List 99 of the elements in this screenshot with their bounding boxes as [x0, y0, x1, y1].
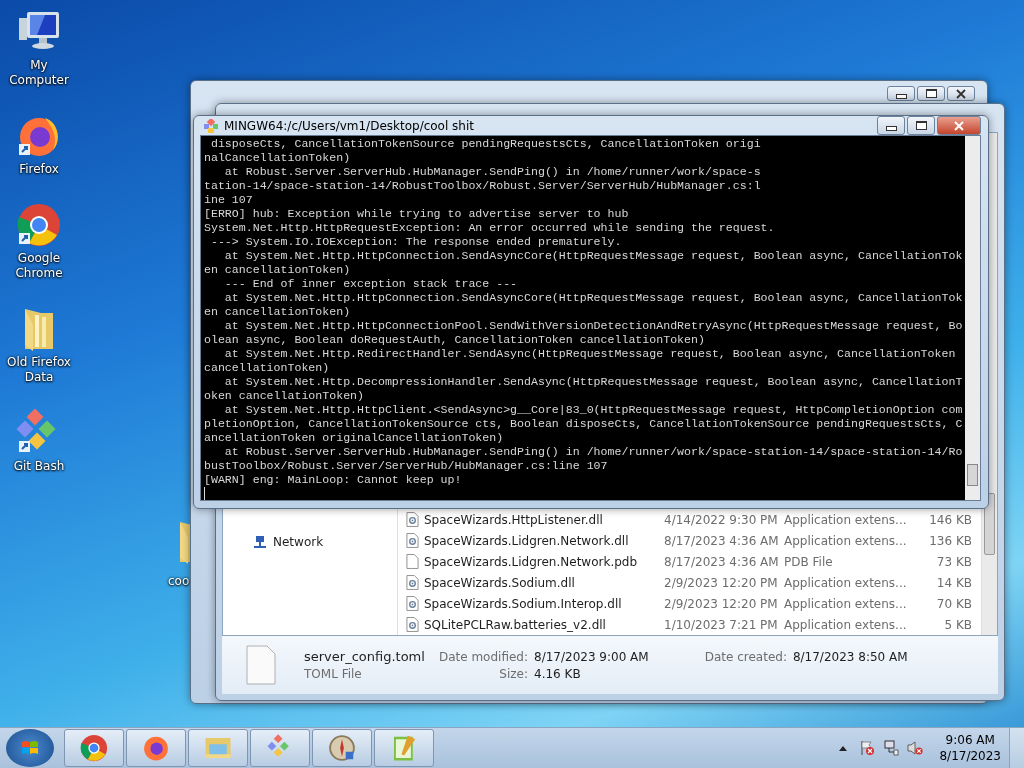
terminal-line: at System.Net.Http.DecompressionHandler.SendAsync(HttpRequestMessage request, Boolean async, CancellationT: [223, 375, 964, 389]
file-type: TOML File: [304, 667, 363, 681]
terminal-line: ---> System.IO.IOException: The response ended prematurely.: [209, 235, 623, 249]
file-size: 70 KB: [935, 596, 972, 611]
terminal-line: en cancellationToken): [204, 263, 352, 277]
terminal-line: [WARN] eng: MainLoop: Cannot keep up!: [204, 473, 463, 487]
terminal-line: at System.Net.Http.HttpConnection.SendAsyncCore(HttpRequestMessage request, Boolean async, CancellationTok: [223, 291, 964, 305]
flag-icon[interactable]: [859, 740, 876, 756]
explorer-taskbar-button[interactable]: [188, 729, 248, 767]
terminal-line: System.Net.Http.HttpRequestException: An error occurred while sending the request.: [204, 221, 776, 235]
file-type: Application extens...: [784, 533, 908, 548]
terminal-line: nalCancellationToken): [204, 151, 352, 165]
file-date: 4/14/2022 9:30 PM: [664, 512, 779, 527]
property-label: Date modified:: [438, 649, 528, 664]
terminal-line: en cancellationToken): [204, 305, 352, 319]
file-type: Application extens...: [784, 596, 908, 611]
minimize-button[interactable]: [887, 86, 915, 101]
file-name[interactable]: SpaceWizards.Sodium.Interop.dll: [424, 596, 664, 611]
file-date: 2/9/2023 12:20 PM: [664, 596, 779, 611]
file-date: 8/17/2023 4:36 AM: [664, 554, 780, 569]
scrollbar[interactable]: [965, 136, 980, 500]
file-size: 136 KB: [928, 533, 972, 548]
terminal-line: olean async, Boolean doRequestAuth, CancellationToken cancellationToken): [204, 333, 706, 347]
file-date: 1/10/2023 7:21 PM: [664, 617, 779, 632]
terminal-line: ine 107: [204, 193, 254, 207]
start-button[interactable]: [6, 729, 54, 767]
terminal-line: at System.Net.Http.HttpClient.<SendAsync>g__Core|83_0(HttpRequestMessage request, HttpCompletionOption com: [223, 403, 964, 417]
clock-date: 8/17/2023: [939, 748, 1001, 764]
app-icon: [204, 118, 218, 133]
nav-item[interactable]: Network: [273, 535, 324, 549]
desktop-icon-label[interactable]: Google Chrome: [0, 251, 78, 281]
gear-file-icon: [406, 596, 419, 611]
file-icon: [406, 554, 419, 569]
terminal-line: cancellationToken): [204, 361, 331, 375]
terminal-line: at System.Net.Http.RedirectHandler.SendAsync(HttpRequestMessage request, Boolean async, CancellationToken: [223, 347, 957, 361]
terminal-line: oken cancellationToken): [204, 389, 366, 403]
caret-icon: [839, 745, 848, 751]
property-label: Size:: [498, 666, 528, 681]
terminal-line: ancellationToken originalCancellationToken): [204, 431, 505, 445]
file-size: 73 KB: [935, 554, 972, 569]
file-name[interactable]: SpaceWizards.Sodium.dll: [424, 575, 664, 590]
file-type: Application extens...: [784, 512, 908, 527]
gitbash-taskbar-button[interactable]: [250, 729, 310, 767]
terminal-line: pletionOption, CancellationTokenSource cts, Boolean disposeCts, CancellationTokenSource pendingRequestsCts, C: [204, 417, 964, 431]
muted-speaker-icon[interactable]: [907, 740, 924, 756]
minimize-button[interactable]: [877, 116, 905, 135]
text-cursor: [204, 487, 205, 500]
terminal-line: --- End of inner exception stack trace ---: [223, 277, 519, 291]
file-name[interactable]: SpaceWizards.Lidgren.Network.pdb: [424, 554, 664, 569]
chrome-icon[interactable]: [15, 201, 63, 249]
terminal-line: at Robust.Server.ServerHub.HubManager.SendPing() in /home/runner/work/space-station-14/space-station-14/Ro: [223, 445, 964, 459]
file-date: 8/17/2023 4:36 AM: [664, 533, 780, 548]
chrome-icon: [79, 733, 109, 763]
gear-file-icon: [406, 512, 419, 527]
file-size: 14 KB: [935, 575, 972, 590]
file-type: Application extens...: [784, 575, 908, 590]
property-value: 8/17/2023 9:00 AM: [534, 649, 649, 664]
chrome-taskbar-button[interactable]: [64, 729, 124, 767]
property-label: Date created:: [703, 649, 787, 664]
file-type: PDB File: [784, 554, 834, 569]
gear-file-icon: [406, 617, 419, 632]
clock-time: 9:06 AM: [945, 732, 995, 748]
terminal-line: disposeCts, CancellationTokenSource pendingRequestsCts, CancellationToken origi: [209, 137, 762, 151]
file-icon: [246, 645, 276, 685]
terminal-line: tation-14/space-station-14/RobustToolbox/Robust.Server/ServerHub/HubManager.cs:l: [204, 179, 762, 193]
file-name[interactable]: SpaceWizards.HttpListener.dll: [424, 512, 664, 527]
file-date: 2/9/2023 12:20 PM: [664, 575, 779, 590]
close-button[interactable]: [947, 86, 975, 101]
close-icon: [954, 120, 964, 131]
maximize-button[interactable]: [917, 86, 945, 101]
network-icon: [253, 535, 267, 549]
notepad-taskbar-button[interactable]: [374, 729, 434, 767]
file-type: Application extens...: [784, 617, 908, 632]
compass-icon: [327, 733, 357, 763]
desktop-icon-label[interactable]: Git Bash: [0, 459, 78, 474]
network-icon[interactable]: [883, 740, 900, 756]
desktop-icon-label[interactable]: My Computer: [0, 58, 78, 88]
terminal-line: at Robust.Server.ServerHub.HubManager.SendPing() in /home/runner/work/space-s: [223, 165, 762, 179]
file-size: 146 KB: [928, 512, 972, 527]
terminal-line: at System.Net.Http.HttpConnection.SendAsyncCore(HttpRequestMessage request, Boolean async, CancellationTok: [223, 249, 964, 263]
desktop-icon-label[interactable]: Old Firefox Data: [0, 355, 78, 385]
file-name: server_config.toml: [304, 649, 425, 664]
property-value: 8/17/2023 8:50 AM: [792, 649, 908, 664]
maximize-button[interactable]: [907, 116, 935, 135]
clock[interactable]: 9:06 AM 8/17/2023: [939, 732, 1001, 764]
gear-file-icon: [406, 575, 419, 590]
terminal-line: bustToolbox/Robust.Server/ServerHub/HubManager.cs:line 107: [204, 459, 609, 473]
file-name[interactable]: SQLitePCLRaw.batteries_v2.dll: [424, 617, 664, 632]
gear-file-icon: [406, 533, 419, 548]
close-icon: [956, 88, 966, 99]
file-size: 5 KB: [943, 617, 972, 632]
desktop-icon-label[interactable]: Firefox: [0, 162, 78, 177]
property-value: 4.16 KB: [534, 666, 582, 681]
terminal-line: [ERRO] hub: Exception while trying to advertise server to hub: [204, 207, 630, 221]
firefox-taskbar-button[interactable]: [126, 729, 186, 767]
compass-taskbar-button[interactable]: [312, 729, 372, 767]
file-name[interactable]: SpaceWizards.Lidgren.Network.dll: [424, 533, 664, 548]
terminal-line: at System.Net.Http.HttpConnectionPool.SendWithVersionDetectionAndRetryAsync(HttpRequestMessage request, Bo: [223, 319, 964, 333]
window-title: MINGW64:/c/Users/vm1/Desktop/cool shit: [224, 118, 474, 133]
